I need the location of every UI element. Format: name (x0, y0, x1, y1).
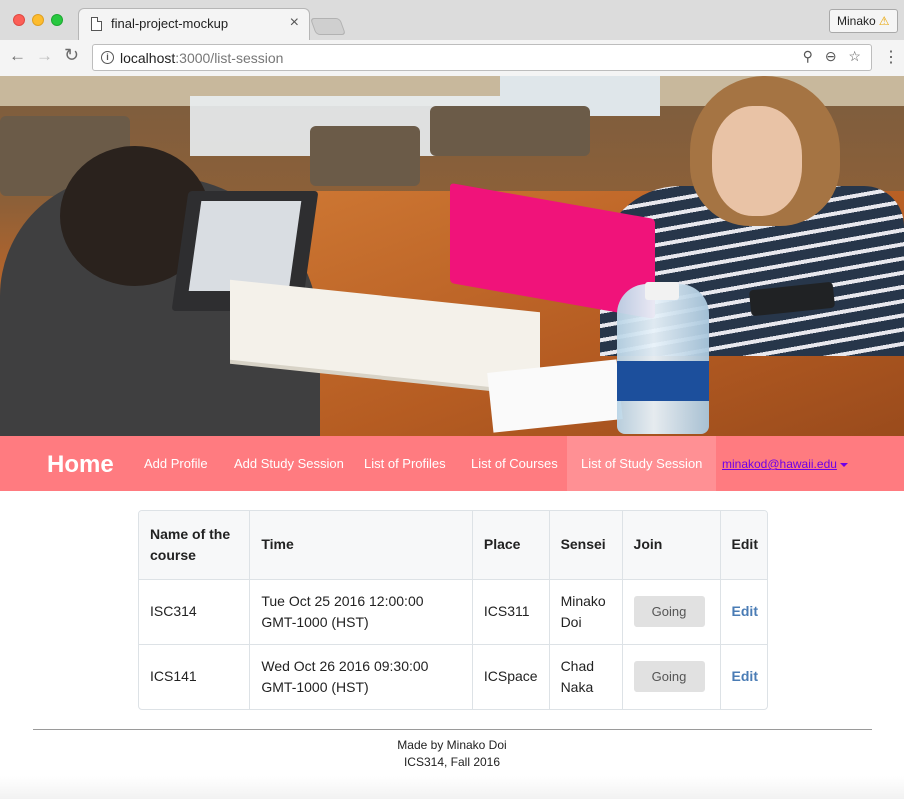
header-course-line2: course (150, 546, 196, 563)
place-cell: ICS311 (472, 579, 550, 645)
edit-cell: Edit (720, 644, 767, 709)
caret-down-icon (839, 462, 848, 467)
nav-list-of-study-session[interactable]: List of Study Session (567, 436, 717, 491)
footer-divider (33, 729, 872, 730)
table-row: ISC314 Tue Oct 25 2016 12:00:00 GMT-1000… (139, 579, 767, 645)
address-bar[interactable]: i localhost:3000/list-session ⚲ ⊖ ☆ (92, 44, 872, 71)
page-bottom (0, 776, 904, 799)
omnibox-actions-icon[interactable]: ⚲ ⊖ ☆ (803, 48, 865, 65)
header-join: Join (622, 511, 721, 580)
header-edit: Edit (720, 511, 767, 580)
header-course: Name of the course (139, 511, 251, 580)
time-cell: Wed Oct 26 2016 09:30:00 GMT-1000 (HST) (249, 644, 473, 709)
tab-title: final-project-mockup (111, 16, 229, 31)
time-line1: Wed Oct 26 2016 09:30:00 (261, 657, 429, 674)
warning-icon: ⚠ (878, 14, 890, 28)
page-icon (91, 17, 102, 31)
sessions-table: Name of the course Time Place Sensei Joi… (138, 510, 768, 710)
zoom-window-button[interactable] (51, 14, 63, 26)
forward-arrow-icon[interactable]: → (36, 46, 53, 66)
table-row: ICS141 Wed Oct 26 2016 09:30:00 GMT-1000… (139, 644, 767, 709)
sensei-cell: Minako Doi (549, 579, 623, 645)
hero-image (0, 76, 904, 436)
browser-tab[interactable]: final-project-mockup × (78, 8, 310, 40)
browser-chrome: final-project-mockup × Minako ⚠ ← → ↻ i l… (0, 0, 904, 76)
footer-author: Made by Minako Doi (397, 738, 507, 752)
footer-course: ICS314, Fall 2016 (403, 755, 501, 769)
user-dropdown[interactable]: minakod@hawaii.edu (722, 457, 848, 471)
join-cell: Going (622, 644, 721, 709)
nav-add-profile[interactable]: Add Profile (130, 436, 222, 491)
navbar: Home Add Profile Add Study Session List … (0, 436, 904, 491)
header-sensei: Sensei (549, 511, 623, 580)
new-tab-button[interactable] (309, 18, 347, 35)
sensei-line1: Chad (560, 657, 595, 674)
footer: Made by Minako Doi ICS314, Fall 2016 (0, 737, 904, 771)
tab-strip: final-project-mockup × Minako ⚠ (0, 0, 904, 40)
browser-menu-icon[interactable]: ⋮ (883, 47, 899, 67)
reload-icon[interactable]: ↻ (64, 45, 79, 66)
user-email: minakod@hawaii.edu (722, 457, 837, 471)
browser-toolbar: ← → ↻ i localhost:3000/list-session ⚲ ⊖ … (0, 40, 904, 76)
place-cell: ICSpace (472, 644, 550, 709)
join-cell: Going (622, 579, 721, 645)
edit-cell: Edit (720, 579, 767, 645)
sensei-line2: Naka (560, 678, 594, 695)
header-time: Time (249, 511, 473, 580)
sensei-line1: Minako (560, 592, 606, 609)
info-icon[interactable]: i (101, 51, 114, 64)
url-text[interactable]: localhost:3000/list-session (120, 50, 283, 66)
close-window-button[interactable] (13, 14, 25, 26)
profile-button[interactable]: Minako ⚠ (829, 9, 898, 33)
url-path: :3000/list-session (175, 50, 284, 66)
sensei-cell: Chad Naka (549, 644, 623, 709)
minimize-window-button[interactable] (32, 14, 44, 26)
nav-list-of-courses[interactable]: List of Courses (457, 436, 572, 491)
time-cell: Tue Oct 25 2016 12:00:00 GMT-1000 (HST) (249, 579, 473, 645)
nav-add-study-session[interactable]: Add Study Session (220, 436, 358, 491)
sensei-line2: Doi (560, 613, 582, 630)
edit-link[interactable]: Edit (732, 603, 758, 619)
url-host: localhost (120, 50, 176, 66)
header-place: Place (472, 511, 550, 580)
time-line2: GMT-1000 (HST) (261, 613, 369, 630)
tab-close-icon[interactable]: × (290, 14, 299, 32)
header-course-line1: Name of the (150, 525, 231, 542)
table-header-row: Name of the course Time Place Sensei Joi… (139, 511, 767, 580)
going-button[interactable]: Going (633, 596, 705, 627)
back-arrow-icon[interactable]: ← (9, 46, 26, 66)
nav-list-of-profiles[interactable]: List of Profiles (350, 436, 460, 491)
edit-link[interactable]: Edit (732, 668, 758, 684)
time-line2: GMT-1000 (HST) (261, 678, 369, 695)
going-button[interactable]: Going (633, 661, 705, 693)
profile-name: Minako (837, 14, 876, 28)
course-cell: ISC314 (139, 579, 251, 645)
course-cell: ICS141 (139, 644, 251, 709)
time-line1: Tue Oct 25 2016 12:00:00 (261, 592, 424, 609)
home-link[interactable]: Home (47, 451, 114, 479)
page-content: Home Add Profile Add Study Session List … (0, 76, 904, 799)
